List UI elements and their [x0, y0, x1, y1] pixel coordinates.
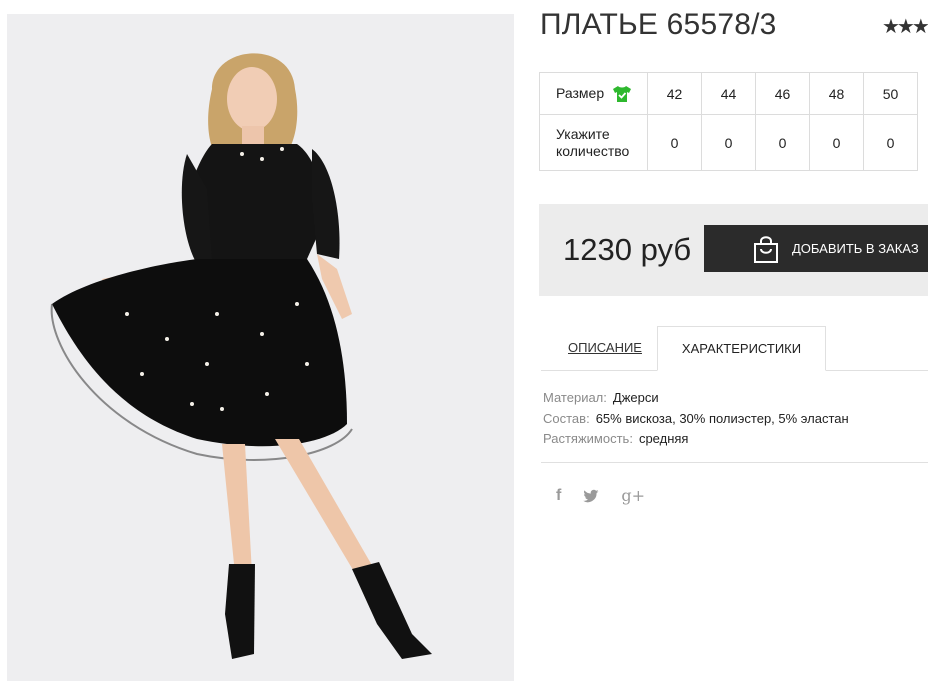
size-row: Размер 42 44 46 48 50: [539, 72, 918, 115]
size-cell-46[interactable]: 46: [755, 72, 810, 115]
characteristic-value: Джерси: [612, 390, 659, 405]
quantity-input-50[interactable]: 0: [863, 114, 918, 171]
characteristic-value: средняя: [638, 431, 689, 446]
rating-stars[interactable]: ★★★: [882, 14, 928, 39]
facebook-icon[interactable]: f: [556, 487, 561, 505]
twitter-icon[interactable]: [583, 489, 599, 503]
size-chart-icon[interactable]: [612, 85, 632, 103]
quantity-input-48[interactable]: 0: [809, 114, 864, 171]
product-photo[interactable]: [7, 14, 514, 681]
size-row-label-cell: Размер: [539, 72, 648, 115]
tab-description[interactable]: ОПИСАНИЕ: [568, 340, 642, 355]
quantity-label: Укажите количество: [539, 114, 648, 171]
characteristic-key: Растяжимость:: [543, 431, 633, 446]
quantity-row: Укажите количество 0 0 0 0 0: [539, 114, 918, 171]
dress-model-image: [7, 14, 514, 681]
divider: [541, 462, 928, 463]
price-panel: 1230 руб ДОБАВИТЬ В ЗАКАЗ: [539, 204, 928, 296]
characteristic-key: Состав:: [543, 410, 590, 426]
size-cell-42[interactable]: 42: [647, 72, 702, 115]
quantity-input-44[interactable]: 0: [701, 114, 756, 171]
googleplus-icon[interactable]: g+: [621, 486, 645, 505]
price: 1230 руб: [563, 232, 692, 267]
size-label: Размер: [556, 85, 605, 101]
add-to-order-button[interactable]: ДОБАВИТЬ В ЗАКАЗ: [704, 225, 928, 272]
characteristic-key: Материал:: [543, 390, 607, 405]
tab-characteristics[interactable]: ХАРАКТЕРИСТИКИ: [657, 326, 826, 371]
characteristics-list: Материал: Джерси Состав: 65% вискоза, 30% …: [543, 388, 849, 450]
characteristic-row: Материал: Джерси: [543, 388, 849, 409]
size-cell-44[interactable]: 44: [701, 72, 756, 115]
shopping-bag-icon: [754, 235, 778, 263]
product-title: ПЛАТЬЕ 65578/3: [540, 8, 777, 41]
size-cell-50[interactable]: 50: [863, 72, 918, 115]
quantity-input-46[interactable]: 0: [755, 114, 810, 171]
characteristic-row: Состав: 65% вискоза, 30% полиэстер, 5% эл…: [543, 409, 849, 430]
quantity-input-42[interactable]: 0: [647, 114, 702, 171]
characteristic-row: Растяжимость: средняя: [543, 429, 849, 450]
size-quantity-table: Размер 42 44 46 48 50 Укажите количество…: [539, 72, 918, 171]
size-cell-48[interactable]: 48: [809, 72, 864, 115]
characteristic-value: 65% вискоза, 30% полиэстер, 5% эластан: [595, 410, 849, 426]
add-to-order-label: ДОБАВИТЬ В ЗАКАЗ: [792, 241, 919, 256]
social-share: f g+: [556, 486, 645, 505]
